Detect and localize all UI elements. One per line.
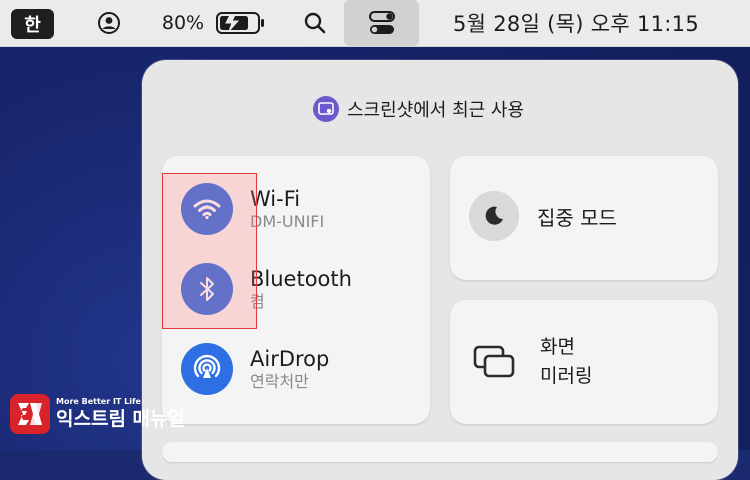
control-center-icon[interactable]: [344, 0, 419, 46]
bluetooth-status: 켬: [250, 291, 265, 311]
wifi-title: Wi-Fi: [250, 186, 301, 211]
watermark: More Better IT Life 익스트림 매뉴얼: [10, 394, 185, 434]
airdrop-control[interactable]: AirDrop 연락처만: [181, 343, 329, 395]
airdrop-icon: [193, 354, 221, 378]
watermark-logo: [10, 394, 50, 434]
user-icon[interactable]: [94, 0, 124, 46]
partial-tile: [162, 442, 718, 462]
menu-bar-clock[interactable]: 5월 28일 (목) 오후 11:15: [430, 0, 722, 46]
wifi-network-name: DM-UNIFI: [250, 211, 325, 231]
screen-mirroring-control[interactable]: 화면 미러링: [472, 333, 592, 391]
moon-icon[interactable]: [469, 191, 519, 241]
focus-control[interactable]: 집중 모드: [469, 191, 617, 241]
menu-bar: 한 80% 5월 28일 (목) 오후 11:15: [0, 0, 750, 47]
airdrop-title: AirDrop: [250, 346, 330, 371]
mirroring-label-line1: 화면: [540, 336, 575, 358]
airdrop-toggle[interactable]: [181, 343, 233, 395]
watermark-tagline: More Better IT Life: [56, 397, 141, 406]
battery-percent[interactable]: 80%: [157, 0, 209, 46]
screenshot-icon: [313, 96, 339, 122]
battery-charging-icon[interactable]: [215, 0, 267, 46]
input-source-indicator[interactable]: 한: [11, 9, 54, 39]
focus-label: 집중 모드: [537, 205, 617, 230]
bluetooth-title: Bluetooth: [250, 266, 352, 291]
screen-mirroring-icon: [473, 345, 515, 378]
recent-screenshot-indicator[interactable]: 스크린샷에서 최근 사용: [313, 94, 524, 124]
search-icon[interactable]: [300, 0, 330, 46]
watermark-name: 익스트림 매뉴얼: [56, 408, 185, 430]
recent-label: 스크린샷에서 최근 사용: [347, 100, 525, 121]
annotation-highlight-box: [162, 173, 257, 329]
airdrop-status: 연락처만: [250, 371, 309, 391]
mirroring-label-line2: 미러링: [540, 365, 593, 387]
